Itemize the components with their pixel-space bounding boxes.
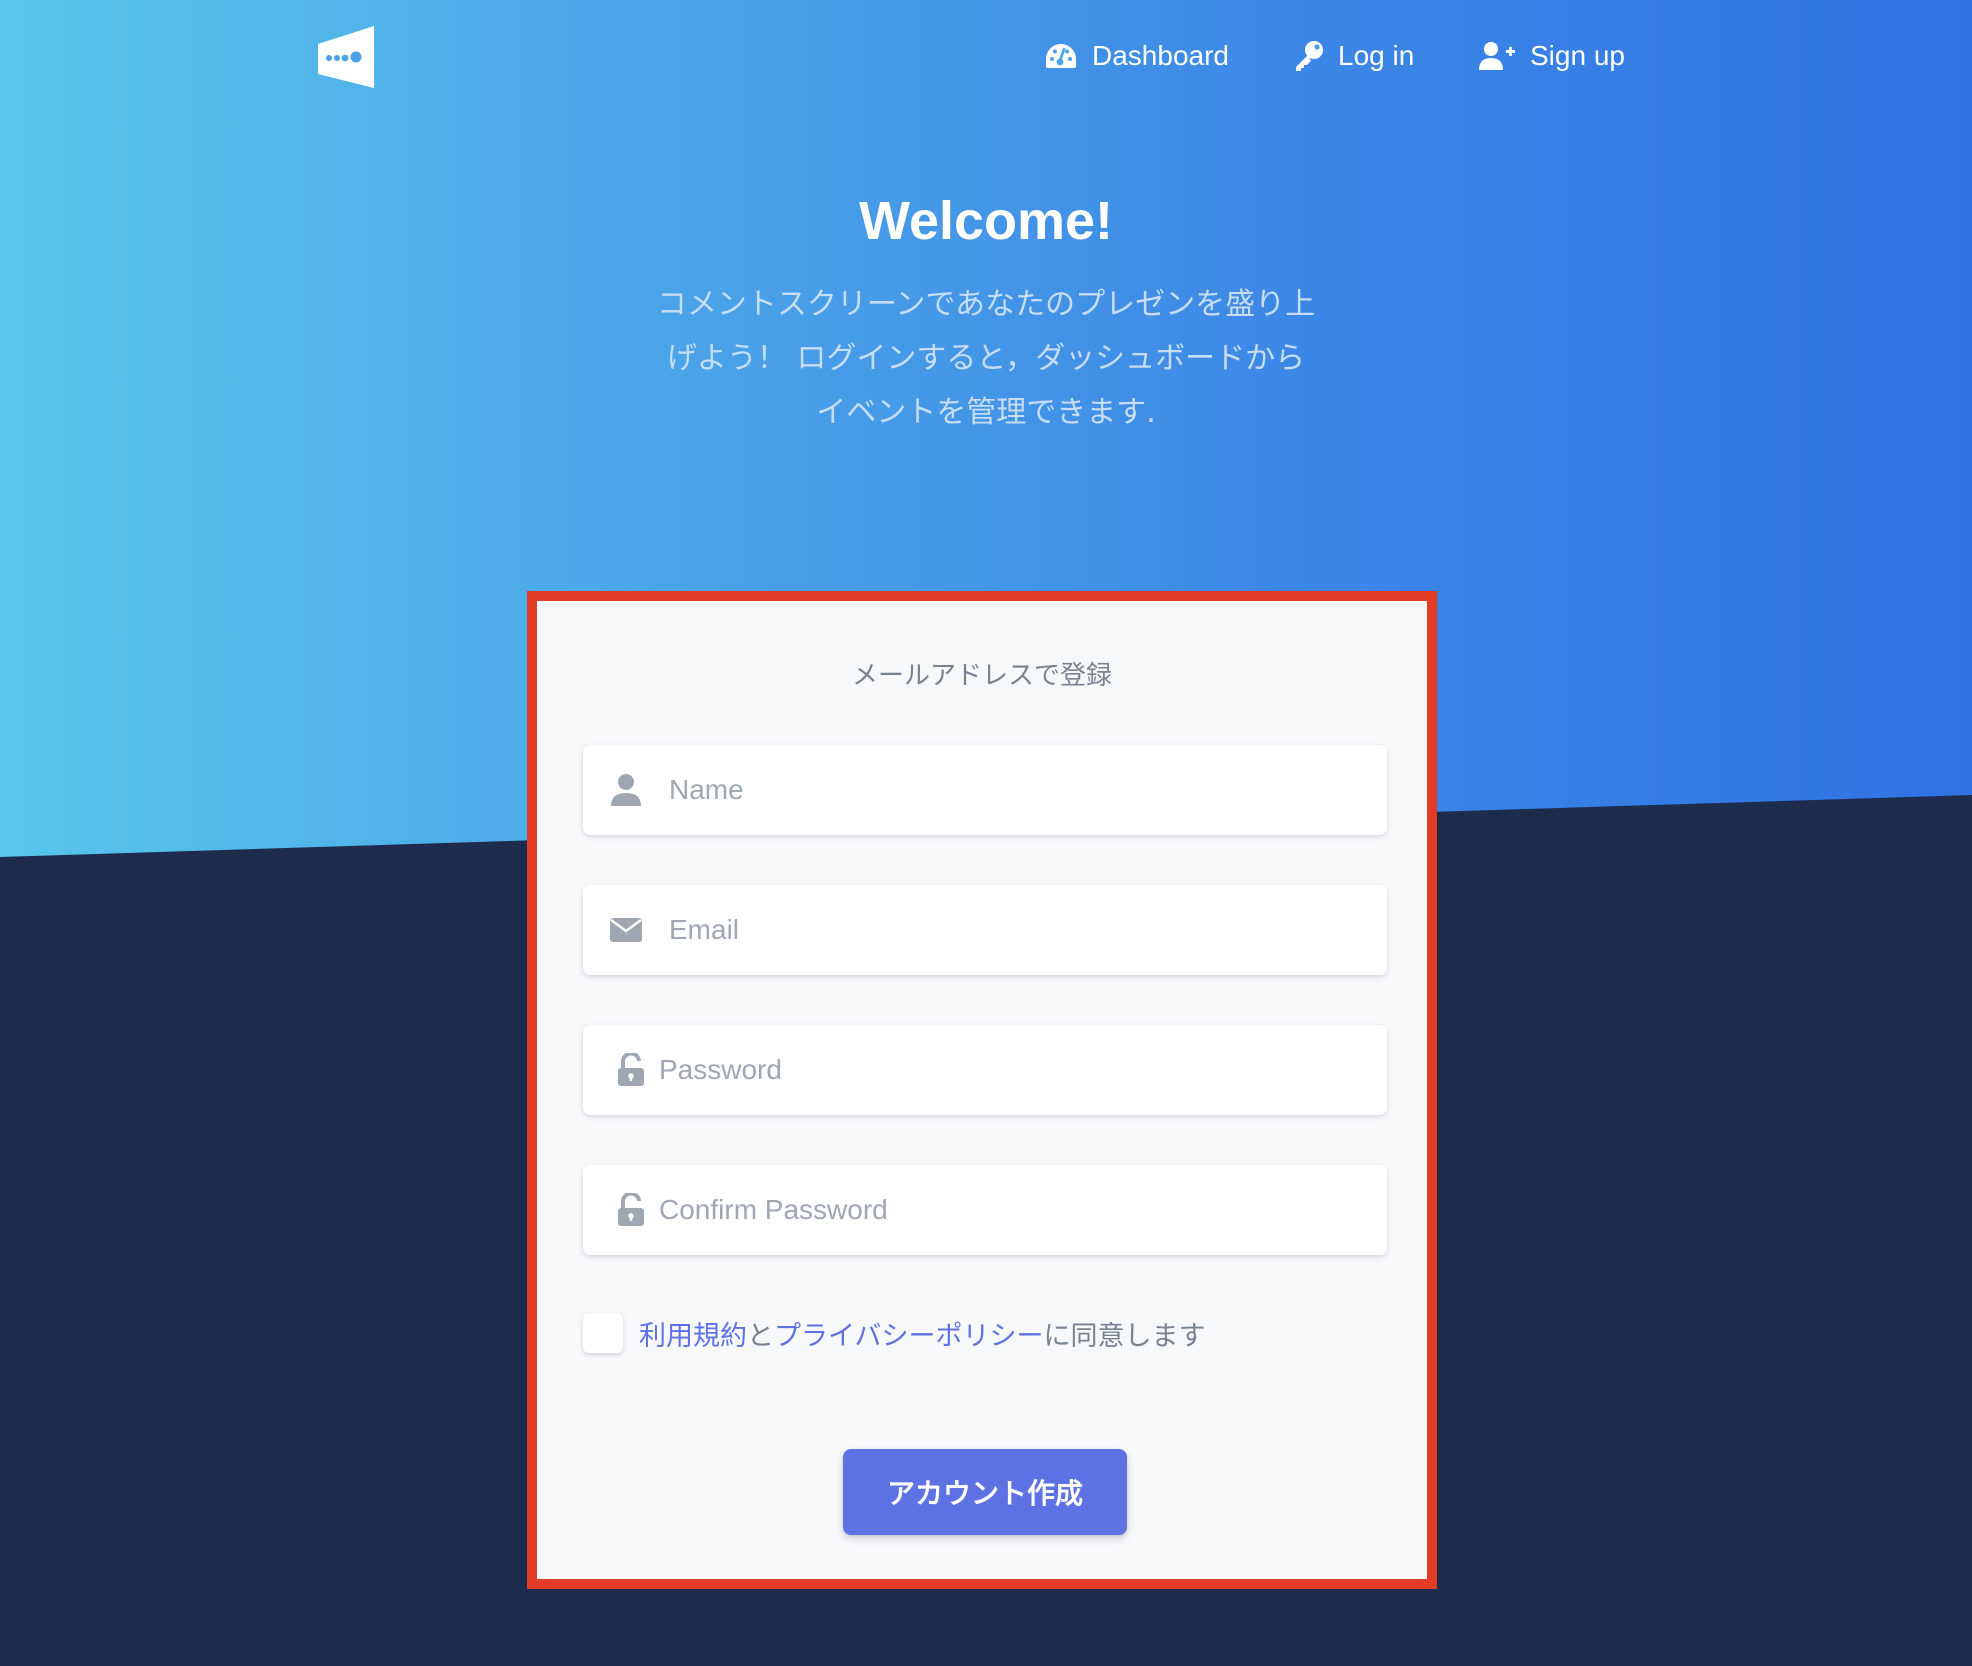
nav-signup-label: Sign up — [1530, 40, 1625, 71]
unlock-icon — [583, 1053, 659, 1087]
user-plus-icon — [1478, 41, 1516, 71]
signup-card-title: メールアドレスで登録 — [851, 661, 1112, 691]
terms-link[interactable]: 利用規約 — [639, 1321, 747, 1352]
signup-card: メールアドレスで登録 Name Email 利用規約とプライバシーポリシーに同意… — [537, 601, 1427, 1579]
password-field[interactable] — [583, 1025, 1387, 1115]
confirm-password-input[interactable] — [659, 1165, 1387, 1255]
envelope-icon — [583, 917, 669, 943]
user-icon — [583, 773, 669, 807]
agree-connector: と — [747, 1320, 774, 1352]
logo-icon — [318, 26, 374, 88]
agree-text: 利用規約とプライバシーポリシーに同意します — [639, 1314, 1205, 1353]
welcome-heading: Welcome! — [858, 191, 1114, 251]
agree-checkbox[interactable] — [583, 1313, 623, 1353]
nav-dashboard-label: Dashboard — [1092, 40, 1229, 71]
nav-signup-link[interactable]: Sign up — [1478, 36, 1625, 76]
email-field[interactable] — [583, 885, 1387, 975]
unlock-icon — [583, 1193, 659, 1227]
password-input[interactable] — [659, 1025, 1387, 1115]
nav-dashboard-link[interactable]: Dashboard — [1044, 36, 1229, 76]
nav-login-label: Log in — [1338, 40, 1415, 71]
email-input[interactable] — [669, 885, 1387, 975]
name-field[interactable] — [583, 745, 1387, 835]
nav-login-link[interactable]: Log in — [1294, 36, 1414, 76]
privacy-policy-link[interactable]: プライバシーポリシー — [774, 1321, 1043, 1352]
agree-suffix: に同意します — [1043, 1320, 1206, 1352]
agree-terms-row: 利用規約とプライバシーポリシーに同意します — [583, 1311, 1205, 1355]
dashboard-gauge-icon — [1044, 42, 1078, 70]
key-icon — [1294, 40, 1324, 72]
create-account-button[interactable]: アカウント作成 — [843, 1449, 1127, 1535]
name-input[interactable] — [669, 745, 1387, 835]
app-logo[interactable] — [316, 24, 376, 90]
confirm-password-field[interactable] — [583, 1165, 1387, 1255]
welcome-lead-text: コメントスクリーンであなたのプレゼンを盛り上げよう！ ログインすると，ダッシュボ… — [656, 287, 1316, 430]
